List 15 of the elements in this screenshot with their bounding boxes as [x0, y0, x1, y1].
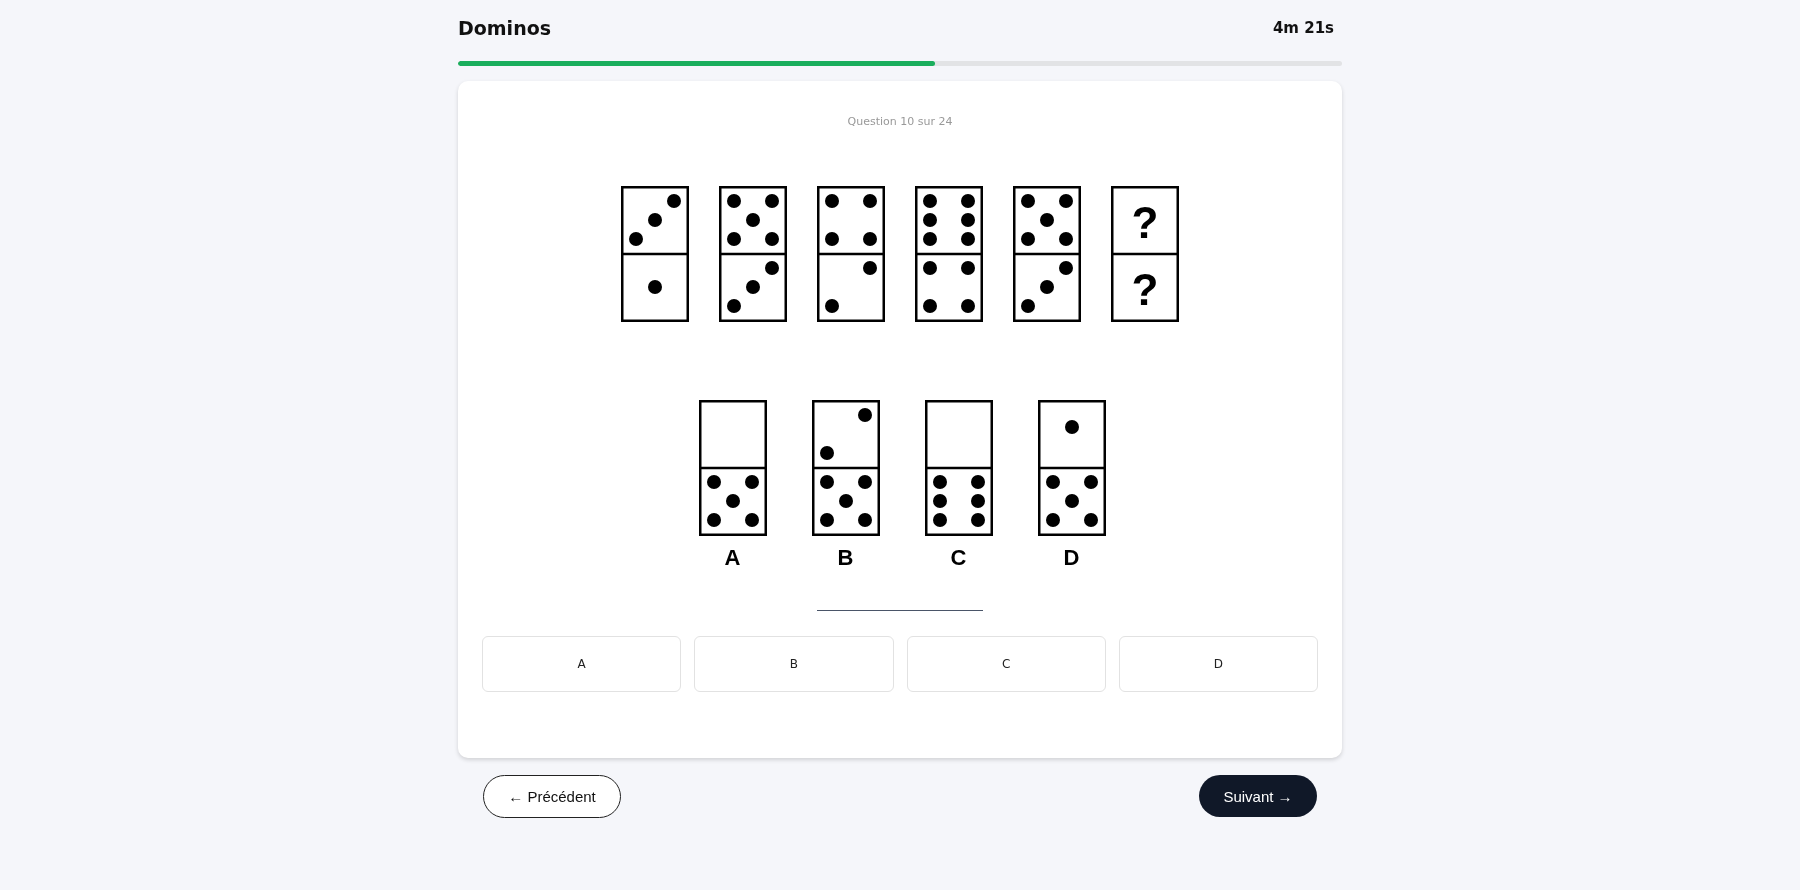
question-mark: ?	[1131, 265, 1159, 314]
choice-letter: C	[950, 546, 967, 570]
answer-option[interactable]: A	[482, 636, 682, 692]
choice-letter: A	[724, 546, 741, 570]
timer: 4m 21s	[1272, 19, 1335, 37]
answer-option[interactable]: B	[694, 636, 894, 692]
question-counter: Question 10 sur 24	[846, 115, 954, 128]
question-mark: ?	[1131, 198, 1159, 247]
answer-option[interactable]: D	[1118, 636, 1318, 692]
choice-letter: B	[837, 546, 854, 570]
previous-button[interactable]: ← Précédent	[483, 775, 621, 818]
answer-option[interactable]: C	[906, 636, 1106, 692]
choice-letter: D	[1063, 546, 1080, 570]
quiz-title: Dominos	[458, 17, 552, 39]
next-button[interactable]: Suivant →	[1199, 775, 1317, 817]
